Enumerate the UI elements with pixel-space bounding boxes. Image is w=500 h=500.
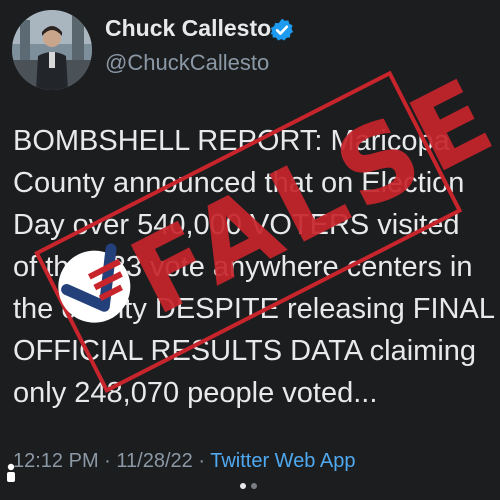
avatar-photo	[12, 10, 92, 90]
pagination-dot[interactable]	[251, 483, 257, 489]
tweet-screenshot: Chuck Callesto @ChuckCallesto BOMBSHELL …	[0, 0, 500, 500]
tweet-line: only 248,070 people voted...	[13, 377, 378, 409]
verified-badge-icon	[270, 18, 294, 41]
tweet-source-link[interactable]: Twitter Web App	[210, 450, 355, 472]
meta-separator: ·	[104, 450, 111, 472]
display-name[interactable]: Chuck Callesto	[105, 15, 271, 42]
pagination-dots[interactable]	[240, 476, 262, 494]
meta-separator: ·	[198, 450, 206, 472]
tweet-time[interactable]: 12:12 PM	[13, 450, 99, 472]
person-icon	[7, 463, 15, 482]
tweet-date[interactable]: 11/28/22	[116, 450, 192, 472]
pagination-dot-active[interactable]	[240, 483, 246, 489]
user-handle[interactable]: @ChuckCallesto	[105, 50, 269, 76]
avatar[interactable]	[12, 10, 92, 90]
tweet-metadata: 12:12 PM · 11/28/22 · Twitter Web App	[13, 450, 355, 473]
